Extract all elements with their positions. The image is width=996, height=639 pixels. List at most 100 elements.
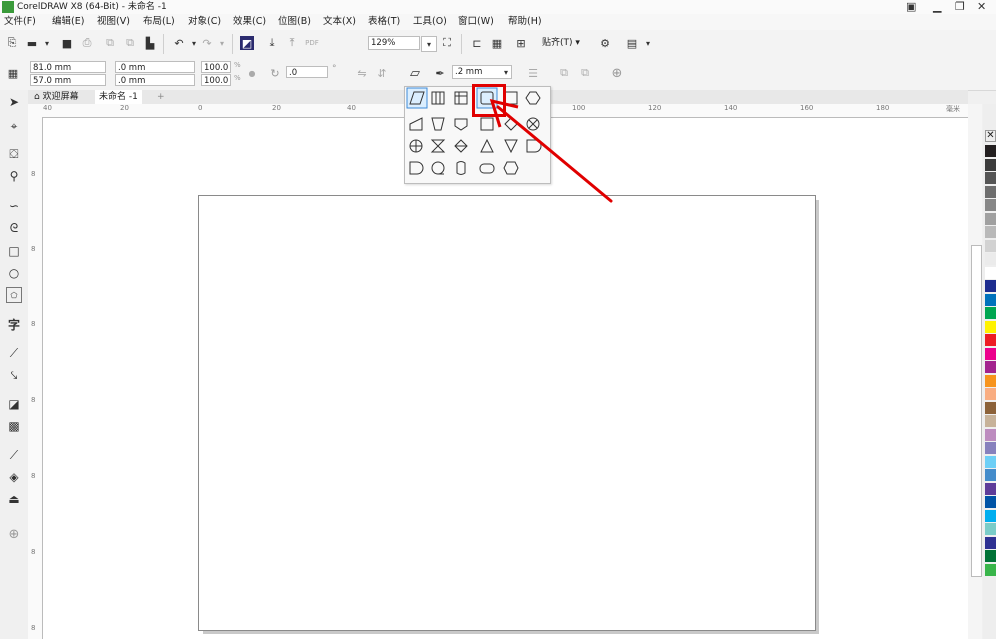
palette-color-swatch[interactable] bbox=[985, 455, 996, 468]
palette-color-swatch[interactable] bbox=[985, 415, 996, 427]
palette-color-swatch[interactable] bbox=[985, 347, 996, 360]
palette-color-swatch[interactable] bbox=[985, 334, 996, 346]
grid-box-shape-icon[interactable] bbox=[454, 91, 468, 105]
publish-pdf-icon[interactable]: PDF bbox=[305, 36, 319, 50]
lock-ratio-icon[interactable]: ● bbox=[245, 66, 259, 80]
palette-color-swatch[interactable] bbox=[985, 509, 996, 522]
menu-text[interactable]: 文本(X) bbox=[323, 14, 356, 30]
zoom-level-field[interactable]: 129% bbox=[368, 36, 420, 50]
zoom-dropdown-icon[interactable]: ▾ bbox=[421, 36, 437, 52]
rotation-field[interactable]: .0 bbox=[286, 66, 328, 78]
cylinder-shape-icon[interactable] bbox=[456, 161, 466, 175]
to-front-icon[interactable]: ⧉ bbox=[557, 66, 571, 80]
palette-color-swatch[interactable] bbox=[985, 563, 996, 576]
minimize-button[interactable]: ▁ bbox=[933, 0, 941, 14]
add-tool-icon[interactable]: ⊕ bbox=[6, 526, 22, 542]
mirror-vertical-icon[interactable]: ⇵ bbox=[375, 66, 389, 80]
palette-color-swatch[interactable] bbox=[985, 442, 996, 454]
palette-color-swatch[interactable] bbox=[985, 482, 996, 495]
text-wrap-icon[interactable]: ☰ bbox=[526, 66, 540, 80]
palette-color-swatch[interactable] bbox=[985, 226, 996, 238]
snap-to-button[interactable]: 贴齐(T) ▾ bbox=[542, 36, 580, 50]
hourglass-shape-icon[interactable] bbox=[430, 139, 446, 153]
import-icon[interactable]: ⤓ bbox=[265, 36, 279, 50]
document-page[interactable] bbox=[198, 195, 816, 631]
palette-color-swatch[interactable] bbox=[985, 536, 996, 549]
ellipse-tool-icon[interactable]: ○ bbox=[6, 265, 22, 281]
redo-dropdown-icon[interactable]: ▾ bbox=[215, 36, 229, 50]
palette-color-swatch[interactable] bbox=[985, 320, 996, 333]
trapezoid-box-shape-icon[interactable] bbox=[431, 91, 445, 105]
drop-shadow-tool-icon[interactable]: ◪ bbox=[6, 396, 22, 412]
menu-object[interactable]: 对象(C) bbox=[188, 14, 221, 30]
pentagon-shape-icon[interactable] bbox=[454, 118, 468, 131]
palette-color-swatch[interactable] bbox=[985, 388, 996, 400]
vertical-ruler[interactable] bbox=[28, 117, 43, 639]
right-trapezoid-shape-icon[interactable] bbox=[409, 117, 423, 131]
cut-icon[interactable]: ⧉ bbox=[103, 36, 117, 50]
artistic-media-tool-icon[interactable]: ᘓ bbox=[6, 220, 22, 236]
menu-tools[interactable]: 工具(O) bbox=[413, 14, 447, 30]
menu-help[interactable]: 帮助(H) bbox=[508, 14, 542, 30]
palette-color-swatch[interactable] bbox=[985, 361, 996, 373]
inverted-trapezoid-shape-icon[interactable] bbox=[431, 117, 445, 131]
menu-table[interactable]: 表格(T) bbox=[368, 14, 400, 30]
palette-color-swatch[interactable] bbox=[985, 280, 996, 292]
connector-tool-icon[interactable]: ⤥ bbox=[6, 367, 22, 383]
palette-color-swatch[interactable] bbox=[985, 293, 996, 306]
scale-x-field[interactable]: 100.0 bbox=[201, 61, 231, 73]
palette-color-swatch[interactable] bbox=[985, 172, 996, 184]
palette-color-swatch[interactable] bbox=[985, 158, 996, 171]
rotation-icon[interactable]: ↻ bbox=[268, 66, 282, 80]
to-back-icon[interactable]: ⧉ bbox=[578, 66, 592, 80]
options-gear-icon[interactable]: ⚙ bbox=[598, 36, 612, 50]
tab-untitled-document[interactable]: 未命名 -1 bbox=[95, 90, 142, 104]
palette-color-swatch[interactable] bbox=[985, 253, 996, 265]
menu-bitmaps[interactable]: 位图(B) bbox=[278, 14, 311, 30]
palette-color-swatch[interactable] bbox=[985, 307, 996, 319]
height-field[interactable]: 57.0 mm bbox=[30, 74, 106, 86]
common-shapes-icon[interactable]: ▱ bbox=[408, 66, 422, 81]
interactive-fill-tool-icon[interactable]: ◈ bbox=[6, 469, 22, 485]
copy-icon[interactable]: ⧉ bbox=[123, 36, 137, 50]
text-tool-icon[interactable]: 字 bbox=[6, 316, 22, 332]
crop-tool-icon[interactable]: ⛋ bbox=[6, 146, 22, 162]
eyedropper-tool-icon[interactable]: ⟋ bbox=[6, 447, 22, 463]
palette-color-swatch[interactable] bbox=[985, 266, 996, 279]
scale-y-field[interactable]: 100.0 bbox=[201, 74, 231, 86]
print-icon[interactable]: ⎙ bbox=[80, 36, 94, 50]
polygon-tool-icon[interactable]: ⬠ bbox=[6, 287, 22, 303]
shape-tool-icon[interactable]: ⌖ bbox=[6, 118, 22, 134]
menu-view[interactable]: 视图(V) bbox=[97, 14, 130, 30]
undo-icon[interactable]: ↶ bbox=[172, 36, 186, 50]
palette-color-swatch[interactable] bbox=[985, 496, 996, 508]
show-grid-icon[interactable]: ▦ bbox=[490, 36, 504, 50]
smart-fill-tool-icon[interactable]: ⏏ bbox=[6, 491, 22, 507]
palette-color-swatch[interactable] bbox=[985, 145, 996, 157]
mirror-horizontal-icon[interactable]: ⇋ bbox=[355, 66, 369, 80]
y-position-field[interactable]: .0 mm bbox=[115, 74, 195, 86]
menu-layout[interactable]: 布局(L) bbox=[143, 14, 175, 30]
palette-color-swatch[interactable] bbox=[985, 239, 996, 252]
x-position-field[interactable]: .0 mm bbox=[115, 61, 195, 73]
show-rulers-icon[interactable]: ⊏ bbox=[470, 36, 484, 50]
quick-customize-icon[interactable]: ⊕ bbox=[610, 66, 624, 81]
redo-icon[interactable]: ↷ bbox=[200, 36, 214, 50]
show-guidelines-icon[interactable]: ⊞ bbox=[514, 36, 528, 50]
palette-color-swatch[interactable] bbox=[985, 401, 996, 414]
outline-pen-icon[interactable]: ✒ bbox=[433, 66, 447, 80]
save-icon[interactable]: ■ bbox=[60, 36, 74, 50]
menu-edit[interactable]: 编辑(E) bbox=[52, 14, 84, 30]
user-icon[interactable]: ▣ bbox=[906, 0, 916, 14]
restore-button[interactable]: ❐ bbox=[955, 0, 965, 14]
open-dropdown-icon[interactable]: ▾ bbox=[40, 36, 54, 50]
application-launcher-icon[interactable]: ▤ bbox=[625, 36, 639, 50]
search-content-icon[interactable]: ◩ bbox=[240, 36, 254, 50]
new-document-icon[interactable]: ⎘ bbox=[5, 36, 19, 50]
transparency-tool-icon[interactable]: ▩ bbox=[6, 418, 22, 434]
palette-color-swatch[interactable] bbox=[985, 374, 996, 387]
close-button[interactable]: ✕ bbox=[977, 0, 986, 14]
width-field[interactable]: 81.0 mm bbox=[30, 61, 106, 73]
palette-color-swatch[interactable] bbox=[985, 428, 996, 441]
undo-dropdown-icon[interactable]: ▾ bbox=[187, 36, 201, 50]
